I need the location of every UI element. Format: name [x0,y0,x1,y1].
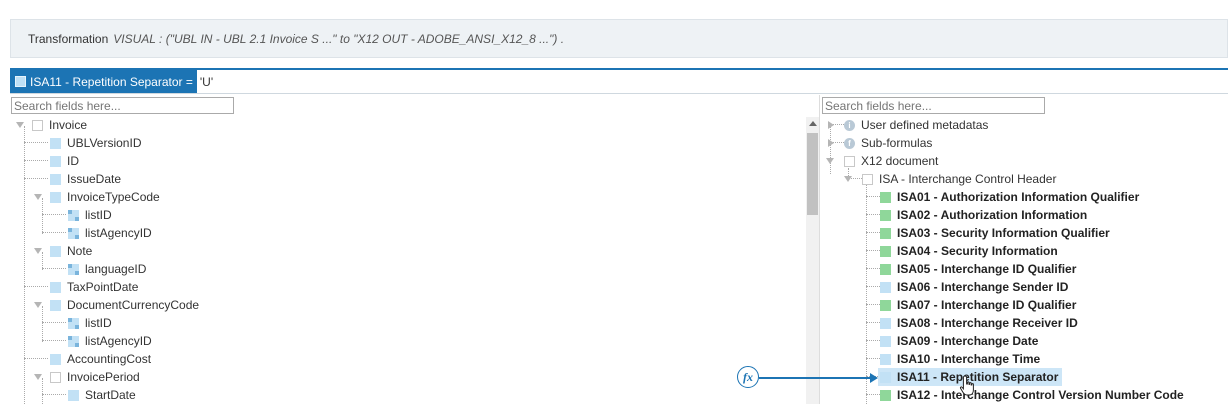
tree-node[interactable]: languageID [68,260,146,278]
scrollbar-thumb[interactable] [807,133,818,215]
tree-node-sub-formulas[interactable]: f Sub-formulas [844,134,932,152]
mapping-arrow-icon [870,373,878,383]
formula-icon[interactable]: fx [737,366,759,388]
formula-field-name: ISA11 - Repetition Separator = [30,74,193,89]
field-icon [50,173,61,185]
tree-node[interactable]: AccountingCost [50,350,151,368]
tree-node-isa04[interactable]: ISA04 - Security Information [880,242,1058,260]
mapped-field-icon [880,299,891,311]
transformation-description: VISUAL : ("UBL IN - UBL 2.1 Invoice S ..… [113,31,565,46]
subformula-icon: f [844,137,855,149]
collapse-toggle-icon[interactable] [34,374,42,380]
expand-toggle-icon[interactable] [828,139,834,147]
attribute-icon [68,209,79,221]
tree-node-x12-document[interactable]: X12 document [844,152,938,170]
mapped-field-icon [880,389,891,401]
tree-node[interactable]: listAgencyID [68,332,152,350]
tree-node[interactable]: Note [50,242,92,260]
mapped-field-icon [880,245,891,257]
attribute-icon [68,335,79,347]
element-icon [32,119,43,131]
source-tree: Invoice UBLVersionID ID IssueDate Invoic… [10,116,806,404]
collapse-toggle-icon[interactable] [844,176,852,182]
tree-node-isa10[interactable]: ISA10 - Interchange Time [880,350,1040,368]
source-tree-scrollbar[interactable] [806,117,819,404]
formula-bar: ISA11 - Repetition Separator = 'U' [10,68,1228,94]
tree-node[interactable]: TaxPointDate [50,278,138,296]
tree-node-isa07[interactable]: ISA07 - Interchange ID Qualifier [880,296,1076,314]
tree-node-isa06[interactable]: ISA06 - Interchange Sender ID [880,278,1068,296]
mapped-field-icon [880,263,891,275]
tree-node[interactable]: StartDate [68,386,136,404]
field-icon [880,371,891,383]
formula-value[interactable]: 'U' [197,70,213,93]
tree-node[interactable]: listID [68,206,112,224]
transformation-banner: Transformation VISUAL : ("UBL IN - UBL 2… [10,19,1228,58]
element-icon [844,155,855,167]
field-icon [880,353,891,365]
collapse-toggle-icon[interactable] [34,194,42,200]
field-icon [50,191,61,203]
tree-node[interactable]: listID [68,314,112,332]
field-icon [880,317,891,329]
element-icon [50,371,61,383]
tree-node[interactable]: UBLVersionID [50,134,141,152]
tree-node[interactable]: InvoiceTypeCode [50,188,160,206]
mapped-field-icon [880,209,891,221]
field-icon [68,389,79,401]
scroll-up-icon[interactable] [809,121,817,126]
tree-node[interactable]: DocumentCurrencyCode [50,296,199,314]
hand-cursor-icon [959,375,974,396]
field-icon [50,245,61,257]
collapse-toggle-icon[interactable] [34,302,42,308]
tree-node[interactable]: listAgencyID [68,224,152,242]
mapping-link-line [759,377,872,379]
pane-divider [819,95,820,404]
field-icon [50,299,61,311]
attribute-icon [68,317,79,329]
tree-node-invoice[interactable]: Invoice [32,116,87,134]
mapped-field-icon [880,227,891,239]
field-icon [880,281,891,293]
target-tree: i User defined metadatas f Sub-formulas X1… [822,116,1228,404]
mapped-field-icon [880,191,891,203]
collapse-toggle-icon[interactable] [16,122,24,128]
left-search-input[interactable] [11,97,234,114]
info-icon: i [844,119,855,131]
tree-node[interactable]: ID [50,152,79,170]
transformation-label: Transformation [28,31,109,46]
collapse-toggle-icon[interactable] [34,248,42,254]
attribute-icon [68,263,79,275]
field-icon [50,353,61,365]
tree-node-isa12[interactable]: ISA12 - Interchange Control Version Numb… [880,386,1184,404]
tree-node-isa01[interactable]: ISA01 - Authorization Information Qualif… [880,188,1139,206]
field-icon [15,76,26,87]
tree-node-user-metadatas[interactable]: i User defined metadatas [844,116,988,134]
tree-node-isa09[interactable]: ISA09 - Interchange Date [880,332,1038,350]
tree-node-isa08[interactable]: ISA08 - Interchange Receiver ID [880,314,1078,332]
tree-node-isa03[interactable]: ISA03 - Security Information Qualifier [880,224,1110,242]
tree-node[interactable]: IssueDate [50,170,121,188]
tree-node-isa[interactable]: ISA - Interchange Control Header [862,170,1056,188]
element-icon [862,173,873,185]
field-icon [50,155,61,167]
tree-node-isa02[interactable]: ISA02 - Authorization Information [880,206,1087,224]
collapse-toggle-icon[interactable] [826,158,834,164]
right-search-input[interactable] [822,97,1045,114]
formula-field-label[interactable]: ISA11 - Repetition Separator = [10,70,197,93]
tree-node[interactable]: InvoicePeriod [50,368,140,386]
field-icon [50,281,61,293]
attribute-icon [68,227,79,239]
expand-toggle-icon[interactable] [828,121,834,129]
tree-node-isa05[interactable]: ISA05 - Interchange ID Qualifier [880,260,1076,278]
field-icon [880,335,891,347]
field-icon [50,137,61,149]
